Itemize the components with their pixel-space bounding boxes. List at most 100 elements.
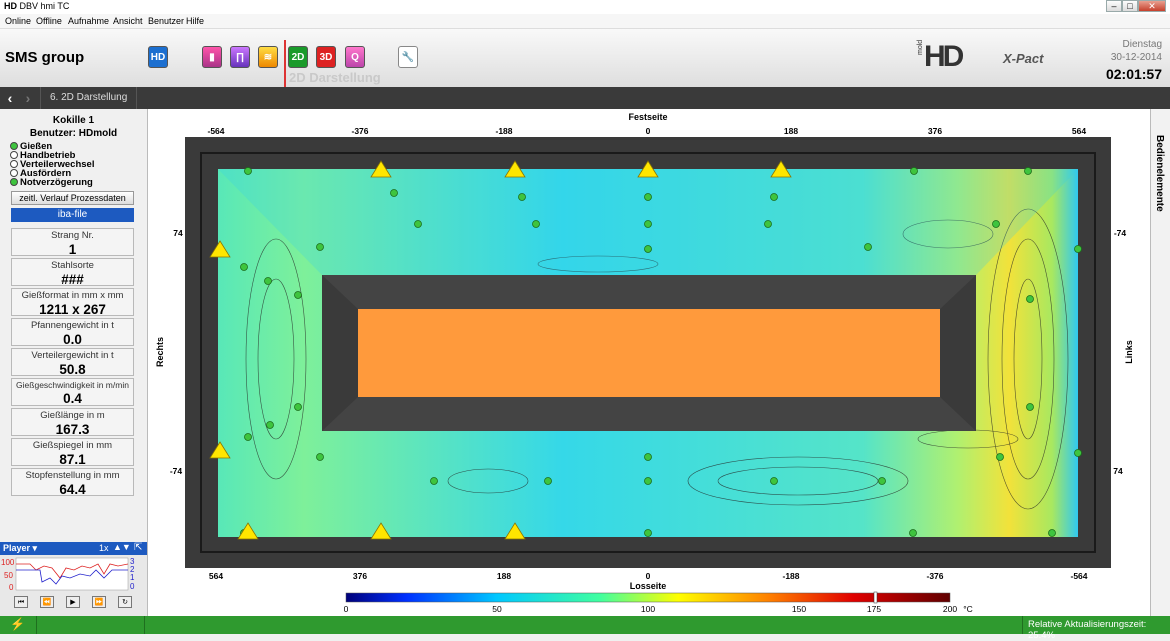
player-speed[interactable]: 1x — [99, 543, 109, 553]
status-bar: ⚡ Relative Aktualisierungszeit: 25.4% — [0, 616, 1170, 641]
date-label: 30-12-2014 — [1110, 52, 1162, 63]
iba-file-button[interactable]: iba-file — [11, 208, 134, 222]
right-tick: 74 — [1113, 466, 1123, 476]
top-tick: -564 — [207, 126, 224, 136]
window-title: HD DBV hmi TC — [4, 1, 70, 11]
colorbar-tick: 50 — [492, 604, 502, 614]
left-tick: 74 — [173, 228, 183, 238]
colorbar-unit: °C — [963, 604, 973, 614]
left-tick: -74 — [170, 466, 183, 476]
status-led-icon — [10, 178, 18, 187]
side-tab-label[interactable]: Bedienelemente — [1154, 135, 1165, 212]
player-label[interactable]: Player ▾ — [3, 543, 37, 554]
close-button[interactable]: ✕ — [1138, 0, 1166, 12]
right-tick: -74 — [1114, 228, 1127, 238]
colorbar-tick: 175 — [867, 604, 881, 614]
breadcrumb-item[interactable]: 6. 2D Darstellung — [50, 92, 127, 103]
mold-heatmap: Festseite Losseite Rechts Links -564 -37… — [155, 112, 1134, 614]
top-tick: -188 — [495, 126, 512, 136]
bottom-tick: -188 — [782, 571, 799, 581]
detach-icon[interactable]: ⇱ — [134, 542, 142, 553]
bottom-tick: -564 — [1070, 571, 1087, 581]
back-arrow-icon[interactable]: ‹ — [2, 90, 18, 106]
right-axis-title: Links — [1124, 340, 1134, 364]
value-giesslaenge: Gießlänge in m 167.3 — [11, 408, 134, 437]
status-led-icon — [10, 151, 18, 160]
value-strang: Strang Nr. 1 — [11, 228, 134, 257]
colorbar-tick: 100 — [641, 604, 655, 614]
player-trend-chart: 100 50 0 3 2 1 0 — [1, 557, 135, 592]
status-led-icon — [10, 142, 18, 151]
step-back-button[interactable]: ⏪ — [40, 596, 54, 608]
3d-icon[interactable]: 3D — [316, 46, 336, 68]
top-tick: 376 — [928, 126, 942, 136]
menu-benutzer[interactable]: Benutzer — [148, 16, 184, 26]
bottom-tick: 564 — [209, 571, 223, 581]
bottom-tick: 0 — [646, 571, 651, 581]
wrench-icon[interactable]: 🔧 — [398, 46, 418, 68]
side-tab-controls[interactable]: Bedienelemente — [1150, 109, 1170, 616]
value-stahlsorte: Stahlsorte ### — [11, 258, 134, 287]
strand-core — [358, 309, 940, 397]
left-panel: Kokille 1 Benutzer: HDmold Gießen Handbe… — [0, 109, 148, 543]
colorbar-tick: 150 — [792, 604, 806, 614]
thermo-icon[interactable]: ▮ — [202, 46, 222, 68]
menu-ansicht[interactable]: Ansicht — [113, 16, 143, 26]
top-tick: 188 — [784, 126, 798, 136]
time-label: 02:01:57 — [1105, 66, 1162, 82]
top-axis-title: Festseite — [628, 112, 667, 122]
reset-button[interactable]: ↻ — [118, 596, 132, 608]
forward-arrow-icon[interactable]: › — [20, 90, 36, 106]
mold-logo: HD — [924, 40, 964, 73]
colorbar-tick: 0 — [344, 604, 349, 614]
top-tick: 0 — [646, 126, 651, 136]
refresh-rate-label: Relative Aktualisierungszeit: 25.4% — [1028, 619, 1147, 641]
left-axis-title: Rechts — [155, 337, 165, 367]
mold-icon[interactable]: ∏ — [230, 46, 250, 68]
menu-aufnahme[interactable]: Aufnahme — [68, 16, 109, 26]
step-forward-button[interactable]: ⏩ — [92, 596, 106, 608]
maximize-button[interactable]: □ — [1122, 0, 1138, 12]
value-verteilergewicht: Verteilergewicht in t 50.8 — [11, 348, 134, 377]
title-bar: HD DBV hmi TC – □ ✕ — [0, 0, 1170, 14]
trend-tick-left: 100 — [1, 558, 15, 567]
menu-online[interactable]: Online — [5, 16, 31, 26]
main-2d-view: Festseite Losseite Rechts Links -564 -37… — [148, 109, 1150, 616]
brand-logo: SMS group — [5, 49, 85, 66]
process-history-button[interactable]: zeitl. Verlauf Prozessdaten — [11, 191, 134, 205]
active-view-label: 2D Darstellung — [289, 70, 381, 85]
minimize-button[interactable]: – — [1106, 0, 1122, 12]
value-giessformat: Gießformat in mm x mm 1211 x 267 — [11, 288, 134, 317]
player-panel: Player ▾ 1x ▲▼ ⇱ 100 50 0 3 2 1 0 ⏮ ⏪ ▶ … — [0, 542, 148, 616]
flow-icon[interactable]: ≋ — [258, 46, 278, 68]
value-stopfenstellung: Stopfenstellung in mm 64.4 — [11, 468, 134, 497]
value-pfannengewicht: Pfannengewicht in t 0.0 — [11, 318, 134, 347]
xpact-logo: X-Pact — [1003, 51, 1044, 66]
lightning-icon: ⚡ — [10, 617, 25, 631]
quality-icon[interactable]: Q — [345, 46, 365, 68]
active-view-marker — [284, 40, 286, 87]
rewind-start-button[interactable]: ⏮ — [14, 596, 28, 608]
day-label: Dienstag — [1122, 39, 1162, 50]
breadcrumb: ‹ › 6. 2D Darstellung — [0, 87, 1170, 109]
play-button[interactable]: ▶ — [66, 596, 80, 608]
bottom-tick: -376 — [926, 571, 943, 581]
top-tick: -376 — [351, 126, 368, 136]
colorbar — [345, 592, 951, 603]
bottom-tick: 188 — [497, 571, 511, 581]
status-led-icon — [10, 160, 18, 169]
header: SMS group HD ▮ ∏ ≋ 2D 3D Q 🔧 2D Darstell… — [0, 29, 1170, 88]
hd-icon[interactable]: HD — [148, 46, 168, 68]
status-led-icon — [10, 169, 18, 178]
colorbar-marker[interactable] — [873, 591, 878, 604]
mold-label: Kokille 1 — [52, 115, 95, 126]
menu-offline[interactable]: Offline — [36, 16, 62, 26]
2d-icon[interactable]: 2D — [288, 46, 308, 68]
trend-tick-right: 0 — [130, 582, 135, 591]
speed-arrows-icon[interactable]: ▲▼ — [113, 542, 131, 552]
bottom-tick: 376 — [353, 571, 367, 581]
mold-logo-small: mold — [917, 39, 924, 55]
value-giessspiegel: Gießspiegel in mm 87.1 — [11, 438, 134, 467]
bottom-axis-title: Losseite — [630, 581, 667, 591]
menu-hilfe[interactable]: Hilfe — [186, 16, 204, 26]
